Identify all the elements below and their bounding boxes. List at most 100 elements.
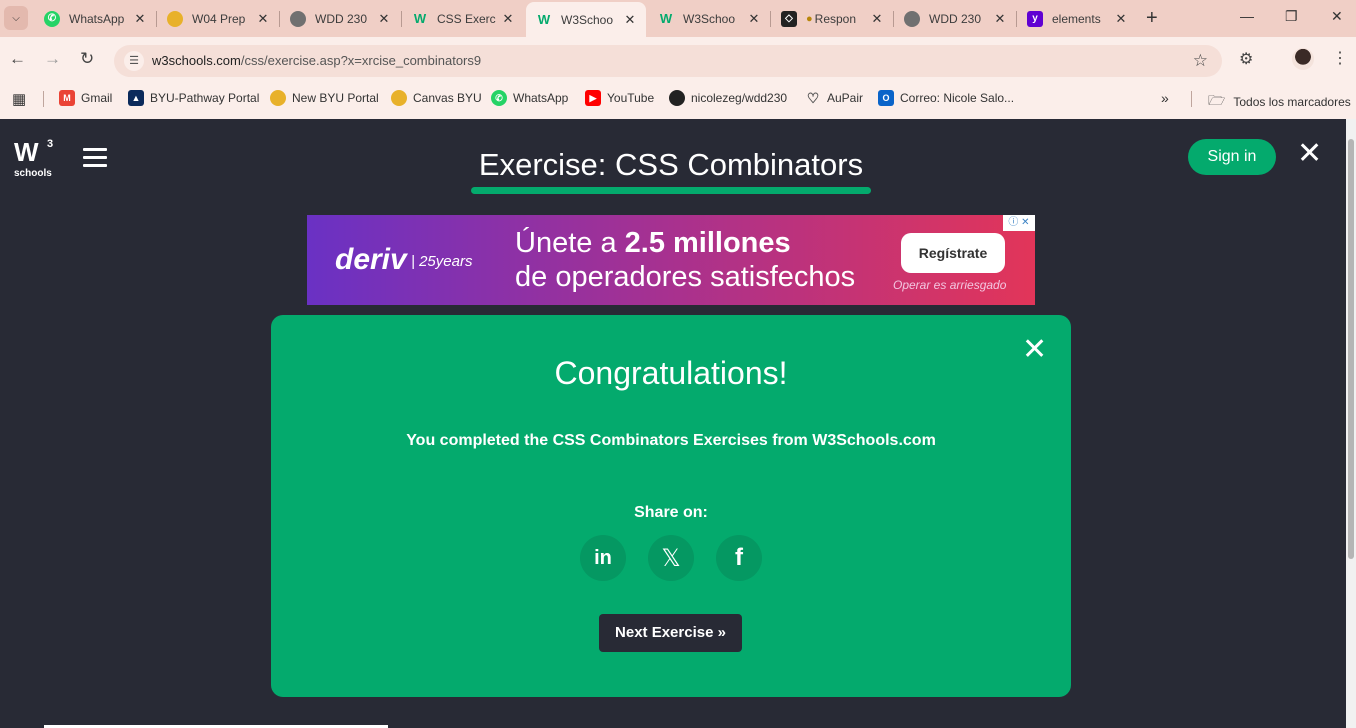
arrow-left-icon: ←: [9, 49, 26, 68]
bookmark-separator: [43, 91, 44, 107]
back-button[interactable]: ←: [9, 49, 26, 69]
w3schools-icon: W: [413, 11, 427, 26]
close-icon[interactable]: ✕: [376, 11, 392, 27]
bookmark-aupair[interactable]: ♡ AuPair: [805, 90, 863, 106]
site-info-icon[interactable]: ☰: [124, 51, 144, 71]
tab-responsive[interactable]: ◇ ● Respon ✕: [771, 4, 893, 33]
linkedin-icon[interactable]: in: [580, 535, 626, 581]
bookmark-whatsapp[interactable]: ✆ WhatsApp: [491, 90, 568, 106]
codepen-icon: ◇: [781, 10, 797, 27]
yahoo-icon: y: [1027, 10, 1043, 27]
close-icon[interactable]: ✕: [869, 11, 885, 27]
youtube-icon: ▶: [585, 90, 601, 106]
plus-icon: +: [1146, 7, 1158, 29]
sign-in-button[interactable]: Sign in: [1188, 139, 1276, 175]
lock-icon: ●: [806, 12, 813, 25]
congratulations-modal: ✕ Congratulations! You completed the CSS…: [271, 315, 1071, 697]
profile-avatar[interactable]: [1292, 48, 1314, 70]
bookmark-youtube[interactable]: ▶ YouTube: [585, 90, 654, 106]
all-bookmarks-button[interactable]: 🗁 Todos los marcadores: [1208, 90, 1351, 114]
ad-headline: Únete a 2.5 millones: [515, 227, 791, 259]
modal-heading: Congratulations!: [554, 355, 788, 391]
tab-w3schools[interactable]: W W3Schoo ✕: [648, 4, 770, 33]
canvas-icon: [391, 90, 407, 106]
close-icon[interactable]: ✕: [255, 11, 271, 27]
close-icon[interactable]: ✕: [500, 11, 516, 27]
bookmark-canvas-byu[interactable]: Canvas BYU: [391, 90, 482, 106]
bookmarks-bar: ▦ M Gmail ▲ BYU-Pathway Portal New BYU P…: [0, 83, 1356, 113]
ad-disclaimer: Operar es arriesgado: [893, 278, 1007, 292]
close-icon[interactable]: ✕: [1113, 11, 1129, 27]
folder-icon: 🗁: [1208, 92, 1226, 108]
ad-cta-button[interactable]: Regístrate: [901, 233, 1005, 273]
forward-button[interactable]: →: [44, 49, 61, 69]
address-bar[interactable]: ☰ w3schools.com/css/exercise.asp?x=xrcis…: [114, 45, 1222, 77]
scrollbar-thumb[interactable]: [1348, 139, 1354, 559]
ad-brand: deriv: [335, 243, 407, 276]
apps-grid-icon: ▦: [12, 91, 27, 108]
chevron-down-icon: ⌵: [12, 12, 20, 24]
tab-css-exercise[interactable]: W CSS Exerc ✕: [402, 4, 524, 33]
facebook-icon[interactable]: f: [716, 535, 762, 581]
globe-icon: [290, 10, 306, 27]
x-twitter-icon[interactable]: 𝕏: [648, 535, 694, 581]
tab-w3schools-active[interactable]: W W3Schoo ✕: [526, 2, 646, 37]
bookmark-separator: [1191, 91, 1192, 107]
ad-choices-icon[interactable]: ⓘ ✕: [1003, 215, 1035, 231]
more-bookmarks-button[interactable]: »: [1161, 90, 1169, 106]
tab-elements[interactable]: y elements ✕: [1017, 4, 1137, 33]
page-content: W 3 schools Exercise: CSS Combinators Si…: [0, 119, 1346, 728]
browser-toolbar: ← → ↻ ☰ w3schools.com/css/exercise.asp?x…: [0, 37, 1356, 83]
close-icon[interactable]: ✕: [132, 11, 148, 27]
bookmark-star-icon[interactable]: ☆: [1193, 51, 1208, 71]
gmail-icon: M: [59, 90, 75, 106]
completion-message: You completed the CSS Combinators Exerci…: [406, 432, 936, 449]
extensions-icon[interactable]: ⚙: [1239, 49, 1253, 69]
tab-strip: ⌵ ✆ WhatsApp ✕ W04 Prep ✕ WDD 230 ✕ W CS…: [0, 0, 1356, 37]
heart-icon: ♡: [806, 89, 820, 106]
outlook-icon: O: [878, 90, 894, 106]
whatsapp-icon: ✆: [44, 10, 60, 27]
tab-search-button[interactable]: ⌵: [4, 6, 28, 30]
close-icon[interactable]: ✕: [1297, 139, 1322, 169]
tab-wdd230[interactable]: WDD 230 ✕: [280, 4, 400, 33]
restore-icon: ❐: [1285, 8, 1298, 24]
close-icon[interactable]: ✕: [622, 12, 638, 28]
minimize-icon: —: [1240, 8, 1254, 24]
tab-wdd230-2[interactable]: WDD 230 ✕: [894, 4, 1016, 33]
more-menu-icon[interactable]: ⋮: [1332, 48, 1348, 68]
bookmark-new-byu-portal[interactable]: New BYU Portal: [270, 90, 379, 106]
w3schools-icon: W: [659, 11, 673, 26]
bookmark-byu-pathway[interactable]: ▲ BYU-Pathway Portal: [128, 90, 259, 106]
whatsapp-icon: ✆: [491, 90, 507, 106]
restore-button[interactable]: ❐: [1285, 8, 1298, 25]
new-tab-button[interactable]: +: [1146, 8, 1158, 28]
double-chevron-right-icon: »: [1161, 90, 1169, 106]
bookmark-gmail[interactable]: M Gmail: [59, 90, 112, 106]
close-icon[interactable]: ✕: [992, 11, 1008, 27]
ad-years: | 25years: [411, 253, 473, 270]
reload-icon: ↻: [80, 49, 95, 68]
tab-w04-prep[interactable]: W04 Prep ✕: [157, 4, 279, 33]
reload-button[interactable]: ↻: [80, 49, 94, 69]
bookmark-github[interactable]: nicolezeg/wdd230: [669, 90, 787, 106]
arrow-right-icon: →: [44, 49, 61, 68]
github-icon: [669, 90, 685, 106]
bookmark-outlook[interactable]: O Correo: Nicole Salo...: [878, 90, 1014, 106]
close-icon[interactable]: ✕: [746, 11, 762, 27]
page-title: Exercise: CSS Combinators: [478, 147, 864, 182]
w3schools-icon: W: [537, 12, 551, 27]
apps-button[interactable]: ▦: [12, 90, 26, 108]
window-close-button[interactable]: ✕: [1331, 8, 1343, 25]
share-label: Share on:: [634, 504, 708, 521]
page-scrollbar[interactable]: [1346, 119, 1356, 728]
url-text[interactable]: w3schools.com/css/exercise.asp?x=xrcise_…: [152, 53, 481, 68]
canvas-icon: [270, 90, 286, 106]
close-icon: ✕: [1331, 8, 1343, 24]
canvas-icon: [167, 10, 183, 27]
minimize-button[interactable]: —: [1240, 8, 1254, 24]
next-exercise-button[interactable]: Next Exercise »: [599, 614, 742, 652]
advertisement-banner[interactable]: deriv | 25years Únete a 2.5 millones de …: [307, 215, 1035, 305]
tab-whatsapp[interactable]: ✆ WhatsApp ✕: [34, 4, 156, 33]
ad-subheadline: de operadores satisfechos: [515, 261, 856, 293]
